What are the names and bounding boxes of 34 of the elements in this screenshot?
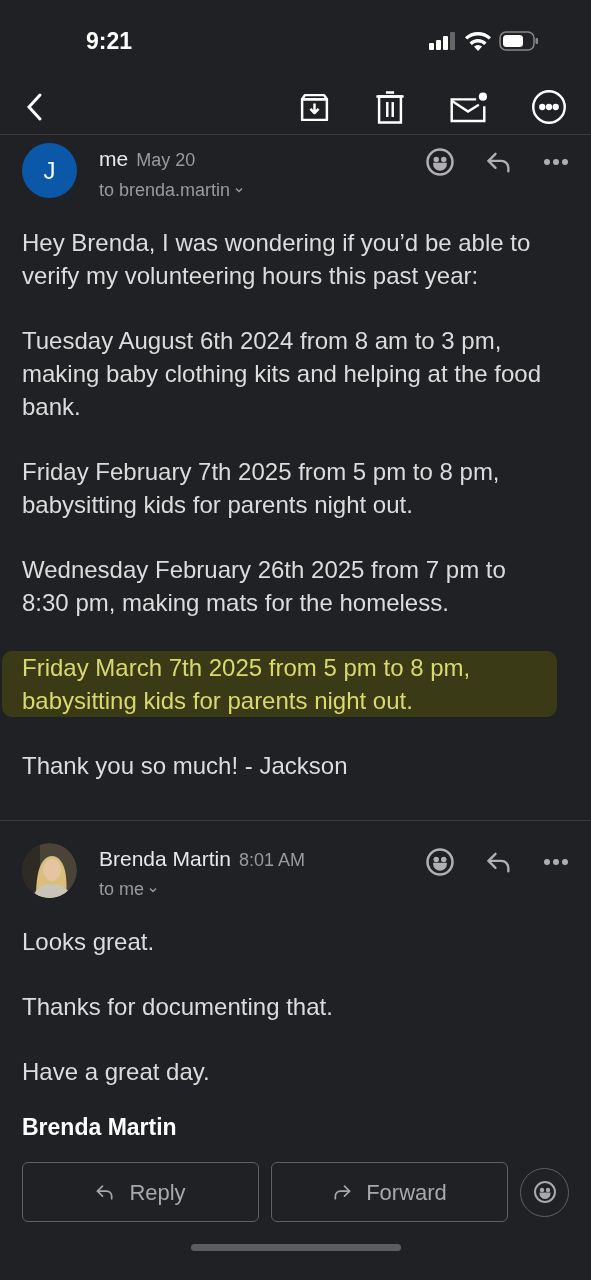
wifi-icon: [465, 31, 491, 51]
message-paragraph: Thank you so much! - Jackson: [22, 750, 349, 781]
message-paragraph: Have a great day.: [22, 1057, 211, 1087]
emoji-icon: [532, 1180, 557, 1204]
sender-name: me: [99, 146, 129, 172]
message-paragraph: Hey Brenda, I was wondering if you’d be able to verify my volunteering hours this past year:: [22, 227, 532, 291]
message-date: 8:01 AM: [238, 848, 305, 872]
more-icon[interactable]: [543, 857, 569, 866]
recipient-toggle[interactable]: to brenda.martin: [99, 176, 245, 204]
message-paragraph: Tuesday August 6th 2024 from 8 am to 3 pm, making baby clothing kits and helping at the food bank.: [22, 325, 542, 422]
status-time: 9:21: [86, 26, 133, 56]
emoji-icon[interactable]: [425, 846, 455, 877]
reply-button[interactable]: Reply: [22, 1162, 259, 1222]
avatar: J: [22, 143, 77, 198]
signal-icon: [429, 32, 457, 50]
sender-name: Brenda Martin: [99, 845, 231, 872]
unread-mail-icon[interactable]: [449, 90, 487, 124]
forward-button[interactable]: Forward: [271, 1162, 508, 1222]
chevron-icon: [234, 185, 245, 195]
more-icon[interactable]: [543, 158, 569, 166]
battery-icon: [499, 31, 539, 51]
message-paragraph: Friday March 7th 2025 from 5 pm to 8 pm, babysitting kids for parents night out.: [2, 650, 557, 717]
message-paragraph: Thanks for documenting that.: [22, 992, 334, 1022]
message-paragraph: Friday February 7th 2025 from 5 pm to 8 pm, babysitting kids for parents night out.: [22, 456, 501, 520]
signature: Brenda Martin: [22, 1113, 178, 1142]
message-paragraph: Wednesday February 26th 2025 from 7 pm to 8:30 pm, making mats for the homeless.: [22, 554, 507, 618]
reply-icon[interactable]: [95, 1182, 116, 1202]
message-date: May 20: [136, 149, 196, 172]
message-paragraph: Looks great.: [22, 927, 156, 957]
more-icon[interactable]: [531, 89, 567, 125]
trash-icon[interactable]: [375, 90, 405, 124]
emoji-icon[interactable]: [425, 147, 455, 177]
forward-icon: [332, 1182, 353, 1202]
recipient-toggle[interactable]: to me: [99, 876, 159, 903]
